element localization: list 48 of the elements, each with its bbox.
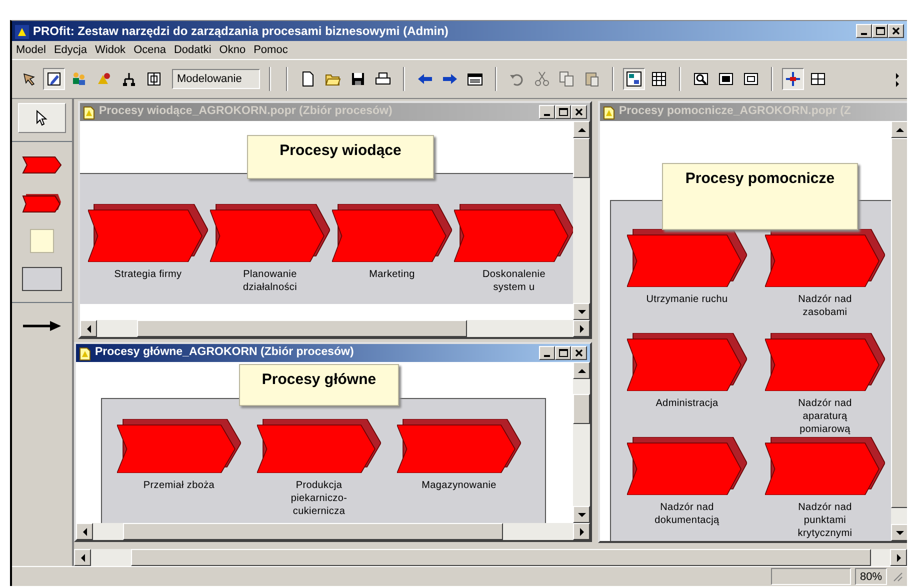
close-icon[interactable] xyxy=(571,346,587,360)
crosshair-icon[interactable] xyxy=(782,68,804,90)
scrollbar-thumb[interactable] xyxy=(123,523,503,540)
window-title: Procesy główne_AGROKORN (Zbiór procesów) xyxy=(95,345,355,360)
app-icon xyxy=(15,22,29,40)
menu-item[interactable]: Ocena xyxy=(130,42,170,58)
close-icon[interactable] xyxy=(571,105,587,119)
process-label: Nadzór nad zasobami xyxy=(798,293,852,320)
menu-item[interactable]: Dodatki xyxy=(170,42,216,58)
scrollbar-thumb[interactable] xyxy=(137,320,467,337)
minimize-icon[interactable] xyxy=(539,346,555,360)
maximize-icon[interactable] xyxy=(555,105,571,119)
scrollbar-thumb[interactable] xyxy=(573,394,590,424)
process-label: Przemiał zboża xyxy=(143,479,215,492)
diagram-heading: Procesy główne xyxy=(239,364,399,406)
process-label: Produkcja piekarniczo- cukiernicza xyxy=(290,479,348,518)
mode-field[interactable]: Modelowanie xyxy=(172,69,260,89)
minimize-icon[interactable] xyxy=(539,105,555,119)
close-icon[interactable] xyxy=(888,24,904,38)
view-icon[interactable] xyxy=(623,68,645,90)
scrollbar-thumb[interactable] xyxy=(891,138,907,508)
process-label: Doskonalenie system u xyxy=(482,268,546,294)
process-label: Nadzór nad aparaturą pomiarową xyxy=(798,397,852,437)
pointer-tool-icon[interactable] xyxy=(18,103,66,133)
minimize-icon[interactable] xyxy=(856,24,872,38)
process-label: Nadzór nad punktami krytycznymi xyxy=(798,501,852,541)
diagram-heading: Procesy pomocnicze xyxy=(662,163,858,230)
diagram-heading: Procesy wiodące xyxy=(247,135,434,179)
menu-item[interactable]: Pomoc xyxy=(250,42,292,58)
scrollbar-thumb[interactable] xyxy=(131,549,871,566)
process-label: Utrzymanie ruchu xyxy=(646,293,728,307)
edit-icon[interactable] xyxy=(43,68,65,90)
process-label: Marketing xyxy=(369,268,415,281)
zoom-level: 80% xyxy=(854,568,887,585)
menu-item[interactable]: Okno xyxy=(215,42,250,58)
scrollbar-thumb[interactable] xyxy=(573,138,590,178)
maximize-icon[interactable] xyxy=(872,24,888,38)
menu-item[interactable]: Model xyxy=(12,42,50,58)
process-label: Nadzór nad dokumentacją xyxy=(654,501,720,528)
menu-item[interactable]: Edycja xyxy=(50,42,91,58)
window-title: PROfit: Zestaw narzędzi do zarządzania procesami biznesowymi (Admin) xyxy=(33,23,450,40)
process-label: Magazynowanie xyxy=(422,479,496,492)
menu-item[interactable]: Widok xyxy=(91,42,130,58)
process-label: Planowanie działalności xyxy=(242,268,298,294)
process-label: Strategia firmy xyxy=(114,268,182,281)
maximize-icon[interactable] xyxy=(555,346,571,360)
process-label: Administracja xyxy=(656,397,718,411)
more-tools-icon[interactable] xyxy=(895,70,901,88)
